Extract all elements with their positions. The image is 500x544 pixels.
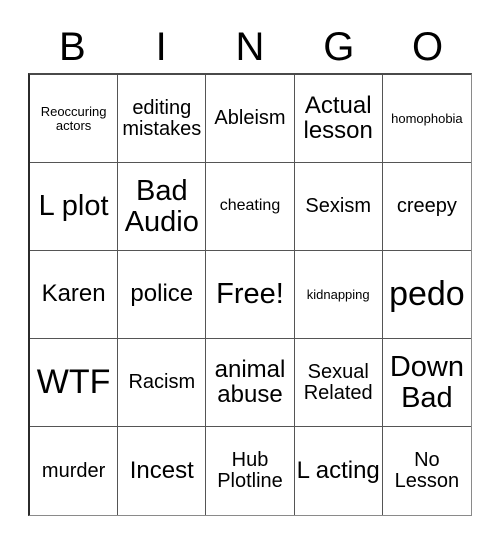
- bingo-card: B I N G O Reoccuring actors editing mista…: [0, 0, 500, 544]
- bingo-cell-r5c1[interactable]: murder: [30, 427, 119, 515]
- bingo-header: B I N G O: [28, 22, 472, 72]
- bingo-grid: Reoccuring actors editing mistakes Ableism…: [28, 73, 472, 516]
- bingo-cell-label: homophobia: [391, 110, 463, 126]
- bingo-cell-free[interactable]: Free!: [206, 251, 295, 339]
- bingo-cell-r5c5[interactable]: No Lesson: [382, 427, 471, 515]
- bingo-cell-label: L plot: [38, 190, 109, 223]
- bingo-cell-label: Sexism: [305, 195, 371, 218]
- bingo-cell-label: No Lesson: [394, 449, 460, 492]
- bingo-cell-label: Actual lesson: [303, 91, 373, 144]
- bingo-cell-label: Bad Audio: [124, 175, 199, 238]
- bingo-cell-r2c1[interactable]: L plot: [30, 163, 119, 251]
- bingo-cell-label: editing mistakes: [122, 96, 202, 140]
- header-letter-i: I: [155, 25, 167, 69]
- bingo-cell-r5c3[interactable]: Hub Plotline: [206, 427, 295, 515]
- bingo-cell-label: Down Bad: [389, 351, 464, 414]
- bingo-cell-r3c5[interactable]: pedo: [382, 251, 471, 339]
- bingo-cell-label: Reoccuring actors: [40, 103, 107, 133]
- bingo-cell-label: kidnapping: [306, 286, 370, 302]
- bingo-cell-label: murder: [41, 459, 106, 482]
- bingo-cell-label: Karen: [41, 280, 106, 308]
- bingo-cell-r1c2[interactable]: editing mistakes: [118, 75, 207, 163]
- bingo-cell-r1c1[interactable]: Reoccuring actors: [30, 75, 119, 163]
- bingo-cell-r4c5[interactable]: Down Bad: [382, 339, 471, 427]
- bingo-cell-label: police: [130, 280, 194, 308]
- bingo-cell-r2c2[interactable]: Bad Audio: [118, 163, 207, 251]
- bingo-cell-label: creepy: [396, 195, 457, 218]
- bingo-cell-label: L acting: [296, 456, 380, 484]
- bingo-cell-r4c4[interactable]: Sexual Related: [294, 339, 383, 427]
- bingo-cell-r4c3[interactable]: animal abuse: [206, 339, 295, 427]
- bingo-cell-label: pedo: [389, 274, 465, 313]
- header-letter-o: O: [412, 25, 444, 69]
- bingo-cell-r5c2[interactable]: Incest: [118, 427, 207, 515]
- header-letter-n: N: [235, 25, 265, 69]
- bingo-cell-label: WTF: [36, 362, 111, 401]
- bingo-cell-r4c2[interactable]: Racism: [118, 339, 207, 427]
- bingo-cell-label: Incest: [129, 456, 194, 484]
- bingo-cell-r1c4[interactable]: Actual lesson: [294, 75, 383, 163]
- header-letter-b: B: [59, 25, 86, 69]
- bingo-cell-label: Sexual Related: [303, 360, 373, 404]
- bingo-cell-label: Racism: [128, 371, 196, 394]
- bingo-cell-r3c2[interactable]: police: [118, 251, 207, 339]
- bingo-cell-r5c4[interactable]: L acting: [294, 427, 383, 515]
- bingo-cell-r2c5[interactable]: creepy: [382, 163, 471, 251]
- bingo-cell-label: animal abuse: [214, 355, 286, 408]
- header-letter-g: G: [323, 25, 355, 69]
- bingo-cell-r4c1[interactable]: WTF: [30, 339, 119, 427]
- bingo-cell-label: Ableism: [214, 107, 286, 130]
- bingo-cell-label: cheating: [219, 197, 281, 215]
- bingo-cell-r1c3[interactable]: Ableism: [206, 75, 295, 163]
- bingo-cell-r2c3[interactable]: cheating: [206, 163, 295, 251]
- bingo-cell-r1c5[interactable]: homophobia: [382, 75, 471, 163]
- bingo-cell-r2c4[interactable]: Sexism: [294, 163, 383, 251]
- bingo-cell-label: Free!: [216, 278, 284, 311]
- bingo-cell-r3c1[interactable]: Karen: [30, 251, 119, 339]
- bingo-cell-r3c4[interactable]: kidnapping: [294, 251, 383, 339]
- bingo-cell-label: Hub Plotline: [217, 449, 283, 492]
